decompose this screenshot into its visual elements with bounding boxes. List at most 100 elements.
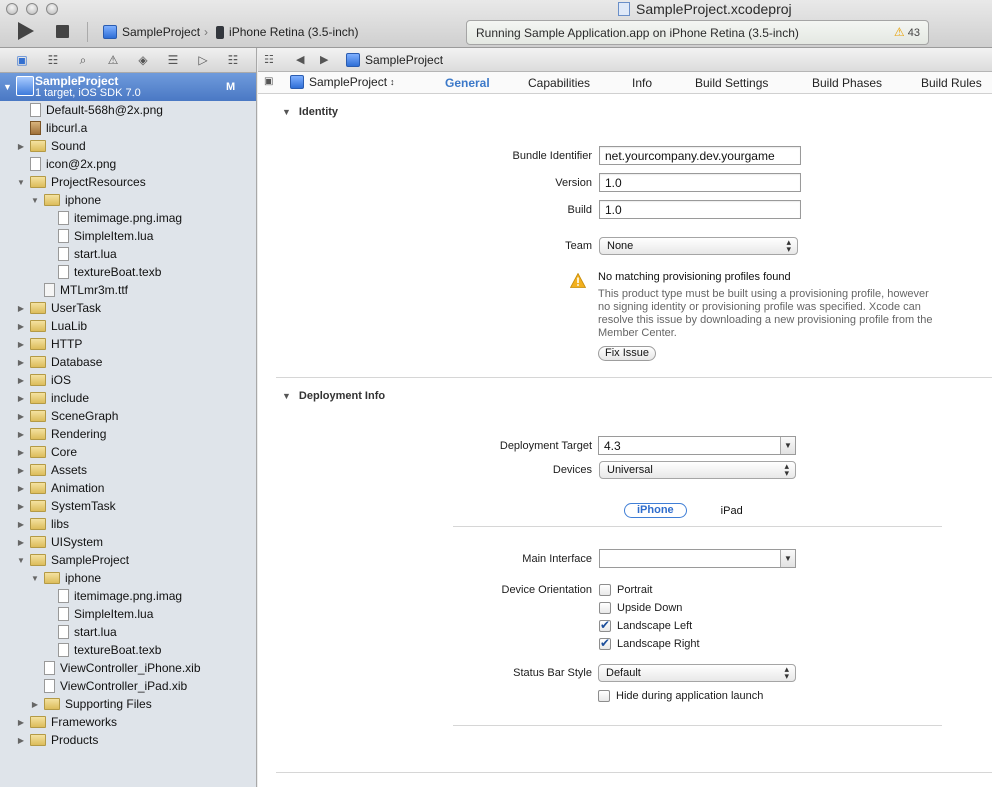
disclosure-closed-icon[interactable]: ▶ [16, 304, 26, 313]
chevron-down-icon[interactable]: ▼ [780, 437, 795, 454]
tree-file-row[interactable]: ViewController_iPad.xib [30, 677, 187, 695]
tab-capabilities[interactable]: Capabilities [528, 76, 590, 90]
tree-file-row[interactable]: itemimage.png.imag [44, 587, 182, 605]
tree-folder-row[interactable]: ▶ Core [16, 443, 77, 461]
tree-folder-row[interactable]: ▶ Products [16, 731, 98, 749]
symbol-navigator-icon[interactable]: ☷ [46, 54, 60, 67]
disclosure-closed-icon[interactable]: ▶ [16, 502, 26, 511]
disclosure-open-icon[interactable]: ▼ [16, 178, 26, 187]
close-window-button[interactable] [6, 3, 18, 15]
disclosure-closed-icon[interactable]: ▶ [30, 700, 40, 709]
scheme-selector[interactable]: SampleProject › iPhone Retina (3.5-inch) [103, 25, 358, 39]
project-root-row[interactable]: ▼ SampleProject 1 target, iOS SDK 7.0 M [0, 73, 256, 101]
tree-folder-row[interactable]: ▶ Sound [16, 137, 86, 155]
status-bar-style-popup[interactable]: Default ▴ ▾ [598, 664, 796, 682]
tree-folder-row[interactable]: ▶ Frameworks [16, 713, 117, 731]
related-items-icon[interactable]: ☷ [264, 53, 274, 66]
run-button[interactable] [18, 22, 34, 40]
tree-folder-row[interactable]: ▼ iphone [30, 191, 101, 209]
disclosure-closed-icon[interactable]: ▶ [16, 412, 26, 421]
breakpoint-navigator-icon[interactable]: ▷ [196, 54, 210, 67]
issue-warning-icon[interactable]: ⚠ [106, 54, 120, 67]
devices-popup[interactable]: Universal ▴ ▾ [599, 461, 796, 479]
tree-file-row[interactable]: SimpleItem.lua [44, 227, 153, 245]
disclosure-closed-icon[interactable]: ▶ [16, 394, 26, 403]
disclosure-closed-icon[interactable]: ▶ [16, 340, 26, 349]
target-selector[interactable]: SampleProject ↕ [290, 75, 395, 89]
zoom-window-button[interactable] [46, 3, 58, 15]
disclosure-closed-icon[interactable]: ▶ [16, 736, 26, 745]
forward-arrow-icon[interactable]: ▶ [320, 53, 328, 66]
disclosure-closed-icon[interactable]: ▶ [16, 376, 26, 385]
disclosure-closed-icon[interactable]: ▶ [16, 448, 26, 457]
tree-folder-row[interactable]: ▶ include [16, 389, 89, 407]
log-navigator-icon[interactable]: ☷ [226, 54, 240, 67]
segment-iphone[interactable]: iPhone [624, 503, 687, 518]
tree-folder-row[interactable]: ▶ Rendering [16, 425, 106, 443]
main-interface-combo[interactable]: ▼ [599, 549, 796, 568]
bundle-identifier-field[interactable]: net.yourcompany.dev.yourgame [599, 146, 801, 165]
team-popup[interactable]: None ▴ ▾ [599, 237, 798, 255]
identity-section-header[interactable]: ▼ Identity [282, 106, 338, 118]
orientation-landscape-left-checkbox[interactable]: Landscape Left [599, 618, 692, 632]
tab-build-rules[interactable]: Build Rules [921, 76, 982, 90]
tree-folder-row[interactable]: ▶ SystemTask [16, 497, 116, 515]
orientation-upside-down-checkbox[interactable]: Upside Down [599, 602, 682, 614]
disclosure-closed-icon[interactable]: ▶ [16, 718, 26, 727]
disclosure-closed-icon[interactable]: ▶ [16, 430, 26, 439]
disclosure-closed-icon[interactable]: ▶ [16, 322, 26, 331]
chevron-down-icon[interactable]: ▼ [780, 550, 795, 567]
disclosure-open-icon[interactable]: ▼ [30, 574, 40, 583]
tree-folder-row[interactable]: ▼ SampleProject [16, 551, 129, 569]
tree-folder-row[interactable]: ▶ LuaLib [16, 317, 87, 335]
tree-file-row[interactable]: icon@2x.png [16, 155, 116, 173]
orientation-portrait-checkbox[interactable]: Portrait [599, 584, 652, 596]
tree-folder-row[interactable]: ▶ SceneGraph [16, 407, 118, 425]
tree-folder-row[interactable]: ▶ Animation [16, 479, 104, 497]
tab-general[interactable]: General [445, 76, 490, 90]
tree-folder-row[interactable]: ▶ libs [16, 515, 69, 533]
orientation-landscape-right-checkbox[interactable]: Landscape Right [599, 636, 700, 650]
disclosure-closed-icon[interactable]: ▶ [16, 142, 26, 151]
tree-file-row[interactable]: textureBoat.texb [44, 263, 161, 281]
version-field[interactable]: 1.0 [599, 173, 801, 192]
tree-file-row[interactable]: Default-568h@2x.png [16, 101, 163, 119]
tree-folder-row[interactable]: ▶ HTTP [16, 335, 82, 353]
build-field[interactable]: 1.0 [599, 200, 801, 219]
tree-file-row[interactable]: ViewController_iPhone.xib [30, 659, 201, 677]
warning-counter[interactable]: ⚠ 43 [894, 25, 920, 39]
tree-folder-row[interactable]: ▶ Assets [16, 461, 87, 479]
disclosure-closed-icon[interactable]: ▶ [16, 466, 26, 475]
show-target-list-icon[interactable]: ▣ [264, 76, 273, 87]
tree-folder-row[interactable]: ▶ Database [16, 353, 102, 371]
fix-issue-button[interactable]: Fix Issue [598, 346, 657, 361]
disclosure-open-icon[interactable]: ▼ [16, 556, 26, 565]
tab-info[interactable]: Info [632, 76, 652, 90]
disclosure-closed-icon[interactable]: ▶ [16, 358, 26, 367]
tab-build-phases[interactable]: Build Phases [812, 76, 882, 90]
tree-file-row[interactable]: start.lua [44, 245, 117, 263]
tree-file-row[interactable]: textureBoat.texb [44, 641, 161, 659]
tree-file-row[interactable]: libcurl.a [16, 119, 87, 137]
deployment-target-combo[interactable]: 4.3 ▼ [598, 436, 796, 455]
folder-icon[interactable]: ▣ [15, 54, 29, 67]
tree-file-row[interactable]: MTLmr3m.ttf [30, 281, 128, 299]
disclosure-open-icon[interactable]: ▼ [3, 82, 12, 92]
disclosure-closed-icon[interactable]: ▶ [16, 484, 26, 493]
tree-folder-row[interactable]: ▶ UISystem [16, 533, 103, 551]
hide-status-bar-checkbox[interactable]: Hide during application launch [598, 690, 763, 702]
tree-folder-row[interactable]: ▼ ProjectResources [16, 173, 146, 191]
back-arrow-icon[interactable]: ◀ [296, 53, 304, 66]
tree-file-row[interactable]: start.lua [44, 623, 117, 641]
search-icon[interactable]: ⌕ [76, 54, 90, 67]
stop-button[interactable] [56, 25, 69, 38]
segment-ipad[interactable]: iPad [721, 505, 743, 517]
breadcrumb[interactable]: SampleProject [346, 53, 443, 67]
tree-folder-row[interactable]: ▼ iphone [30, 569, 101, 587]
tab-build-settings[interactable]: Build Settings [695, 76, 768, 90]
disclosure-closed-icon[interactable]: ▶ [16, 520, 26, 529]
disclosure-open-icon[interactable]: ▼ [30, 196, 40, 205]
tree-folder-row[interactable]: ▶ iOS [16, 371, 71, 389]
minimize-window-button[interactable] [26, 3, 38, 15]
tree-folder-row[interactable]: ▶ Supporting Files [30, 695, 152, 713]
